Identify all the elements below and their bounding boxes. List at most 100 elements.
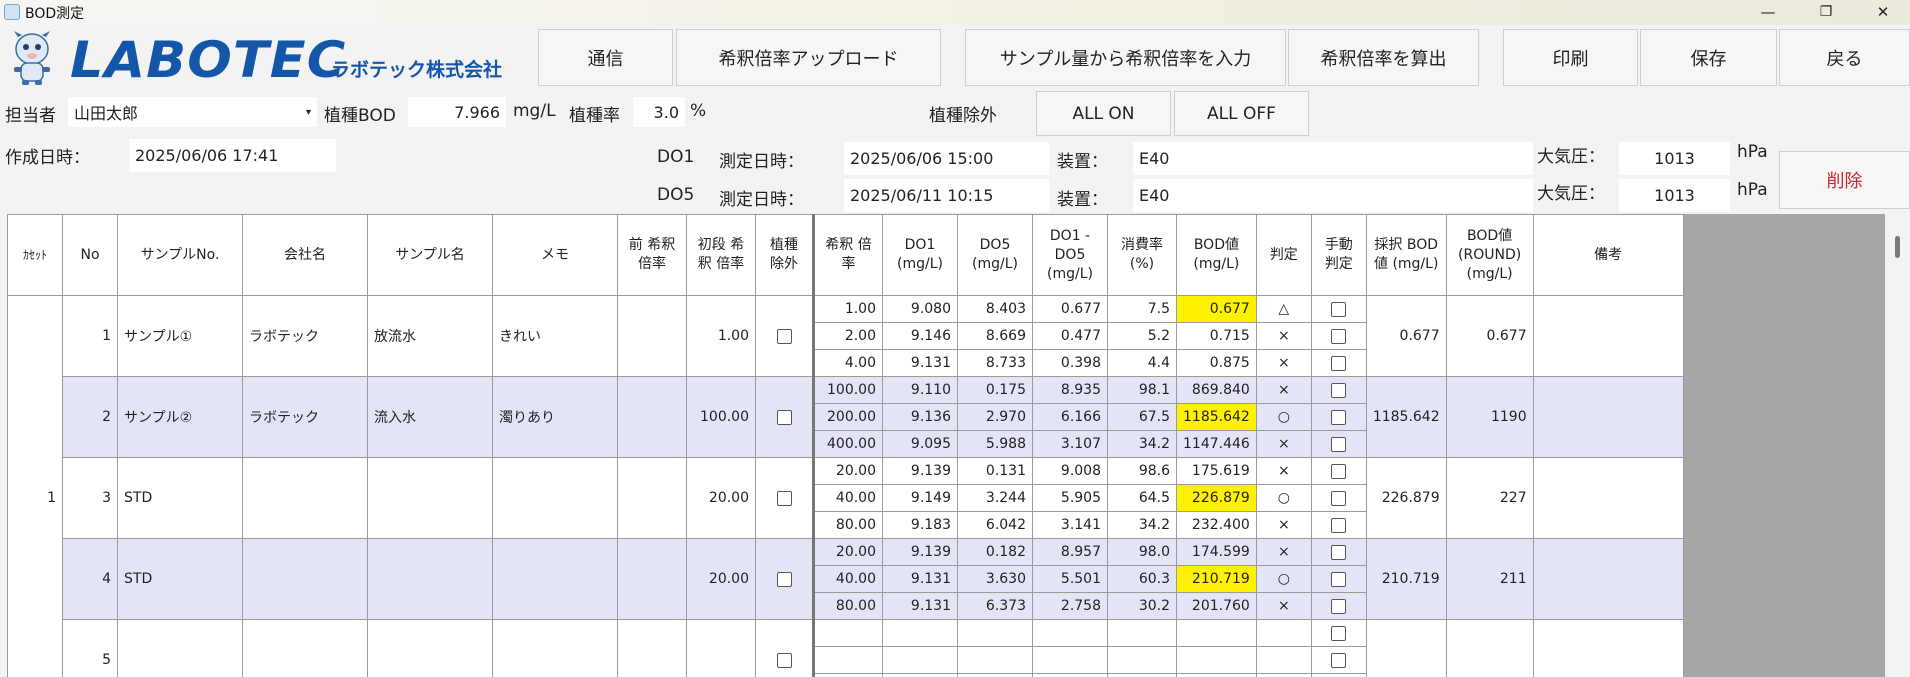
checkbox[interactable] xyxy=(1331,382,1347,398)
checkbox[interactable] xyxy=(1331,625,1347,641)
manual-judge-cell[interactable] xyxy=(1310,592,1367,620)
checkbox[interactable] xyxy=(1331,328,1347,344)
seed-exclude-cell[interactable] xyxy=(755,295,814,377)
prev-dilution-cell[interactable] xyxy=(617,538,687,620)
all-off-button[interactable]: ALL OFF xyxy=(1174,91,1309,136)
dilution-cell[interactable] xyxy=(812,646,883,674)
seed-exclude-cell[interactable] xyxy=(755,619,814,677)
do5-device-input[interactable]: E40 xyxy=(1133,179,1533,212)
checkbox[interactable] xyxy=(1331,517,1347,533)
dilution-cell[interactable]: 80.00 xyxy=(812,511,883,539)
checkbox[interactable] xyxy=(776,571,792,587)
manual-judge-cell[interactable] xyxy=(1310,484,1367,512)
back-button[interactable]: 戻る xyxy=(1779,29,1910,86)
seed-exclude-cell[interactable] xyxy=(755,457,814,539)
checkbox[interactable] xyxy=(1331,598,1347,614)
remarks-cell[interactable] xyxy=(1532,376,1684,458)
checkbox[interactable] xyxy=(1331,490,1347,506)
sample-no-cell[interactable]: サンプル① xyxy=(117,295,243,377)
manual-judge-cell[interactable] xyxy=(1310,619,1367,647)
memo-cell[interactable]: 濁りあり xyxy=(492,376,618,458)
checkbox[interactable] xyxy=(1331,463,1347,479)
manual-judge-cell[interactable] xyxy=(1310,565,1367,593)
do1-datetime-input[interactable]: 2025/06/06 15:00 xyxy=(844,142,1049,175)
init-dilution-cell[interactable]: 20.00 xyxy=(686,457,756,539)
company-cell[interactable]: ラボテック xyxy=(242,376,368,458)
company-cell[interactable]: ラボテック xyxy=(242,295,368,377)
checkbox[interactable] xyxy=(1331,436,1347,452)
sample-name-cell[interactable] xyxy=(367,457,493,539)
dilution-cell[interactable] xyxy=(812,619,883,647)
all-on-button[interactable]: ALL ON xyxy=(1036,91,1171,136)
dilution-cell[interactable]: 20.00 xyxy=(812,538,883,566)
save-button[interactable]: 保存 xyxy=(1640,29,1777,86)
prev-dilution-cell[interactable] xyxy=(617,457,687,539)
dilution-cell[interactable] xyxy=(812,673,883,677)
checkbox[interactable] xyxy=(776,652,792,668)
checkbox[interactable] xyxy=(1331,409,1347,425)
memo-cell[interactable] xyxy=(492,538,618,620)
checkbox[interactable] xyxy=(1331,571,1347,587)
do5-pressure-input[interactable]: 1013 xyxy=(1619,179,1730,212)
remarks-cell[interactable] xyxy=(1532,619,1684,677)
manual-judge-cell[interactable] xyxy=(1310,511,1367,539)
comm-button[interactable]: 通信 xyxy=(538,29,673,86)
manual-judge-cell[interactable] xyxy=(1310,646,1367,674)
dilution-cell[interactable]: 200.00 xyxy=(812,403,883,431)
dilution-cell[interactable]: 100.00 xyxy=(812,376,883,404)
manual-judge-cell[interactable] xyxy=(1310,295,1367,323)
do1-pressure-input[interactable]: 1013 xyxy=(1619,142,1730,175)
company-cell[interactable] xyxy=(242,619,368,677)
delete-button[interactable]: 削除 xyxy=(1779,151,1910,209)
print-button[interactable]: 印刷 xyxy=(1503,29,1638,86)
checkbox[interactable] xyxy=(776,328,792,344)
memo-cell[interactable]: きれい xyxy=(492,295,618,377)
init-dilution-cell[interactable] xyxy=(686,619,756,677)
close-icon[interactable]: ✕ xyxy=(1860,0,1906,25)
checkbox[interactable] xyxy=(776,409,792,425)
remarks-cell[interactable] xyxy=(1532,457,1684,539)
seed-rate-input[interactable]: 3.0 xyxy=(633,97,685,127)
do1-device-input[interactable]: E40 xyxy=(1133,142,1533,175)
company-cell[interactable] xyxy=(242,457,368,539)
init-dilution-cell[interactable]: 1.00 xyxy=(686,295,756,377)
seed-exclude-cell[interactable] xyxy=(755,538,814,620)
seed-exclude-cell[interactable] xyxy=(755,376,814,458)
dilution-upload-button[interactable]: 希釈倍率アップロード xyxy=(676,29,941,86)
scrollbar-thumb[interactable] xyxy=(1895,236,1900,258)
vertical-scrollbar[interactable] xyxy=(1886,214,1910,677)
manual-judge-cell[interactable] xyxy=(1310,673,1367,677)
dilution-cell[interactable]: 2.00 xyxy=(812,322,883,350)
dilution-cell[interactable]: 40.00 xyxy=(812,484,883,512)
remarks-cell[interactable] xyxy=(1532,538,1684,620)
maximize-icon[interactable]: ❐ xyxy=(1803,0,1849,25)
dilution-cell[interactable]: 400.00 xyxy=(812,430,883,458)
calc-dilution-button[interactable]: 希釈倍率を算出 xyxy=(1288,29,1479,86)
sample-name-cell[interactable] xyxy=(367,619,493,677)
input-dilution-from-sample-button[interactable]: サンプル量から希釈倍率を入力 xyxy=(965,29,1286,86)
prev-dilution-cell[interactable] xyxy=(617,619,687,677)
sample-name-cell[interactable] xyxy=(367,538,493,620)
manual-judge-cell[interactable] xyxy=(1310,538,1367,566)
person-select[interactable]: 山田太郎 ▾ xyxy=(68,97,317,127)
minimize-icon[interactable]: — xyxy=(1745,0,1791,25)
do5-datetime-input[interactable]: 2025/06/11 10:15 xyxy=(844,179,1049,212)
remarks-cell[interactable] xyxy=(1532,295,1684,377)
prev-dilution-cell[interactable] xyxy=(617,295,687,377)
manual-judge-cell[interactable] xyxy=(1310,322,1367,350)
manual-judge-cell[interactable] xyxy=(1310,457,1367,485)
checkbox[interactable] xyxy=(1331,301,1347,317)
sample-name-cell[interactable]: 流入水 xyxy=(367,376,493,458)
init-dilution-cell[interactable]: 100.00 xyxy=(686,376,756,458)
manual-judge-cell[interactable] xyxy=(1310,349,1367,377)
manual-judge-cell[interactable] xyxy=(1310,430,1367,458)
checkbox[interactable] xyxy=(1331,544,1347,560)
checkbox[interactable] xyxy=(776,490,792,506)
sample-no-cell[interactable]: STD xyxy=(117,457,243,539)
dilution-cell[interactable]: 40.00 xyxy=(812,565,883,593)
dilution-cell[interactable]: 80.00 xyxy=(812,592,883,620)
sample-name-cell[interactable]: 放流水 xyxy=(367,295,493,377)
memo-cell[interactable] xyxy=(492,619,618,677)
init-dilution-cell[interactable]: 20.00 xyxy=(686,538,756,620)
company-cell[interactable] xyxy=(242,538,368,620)
